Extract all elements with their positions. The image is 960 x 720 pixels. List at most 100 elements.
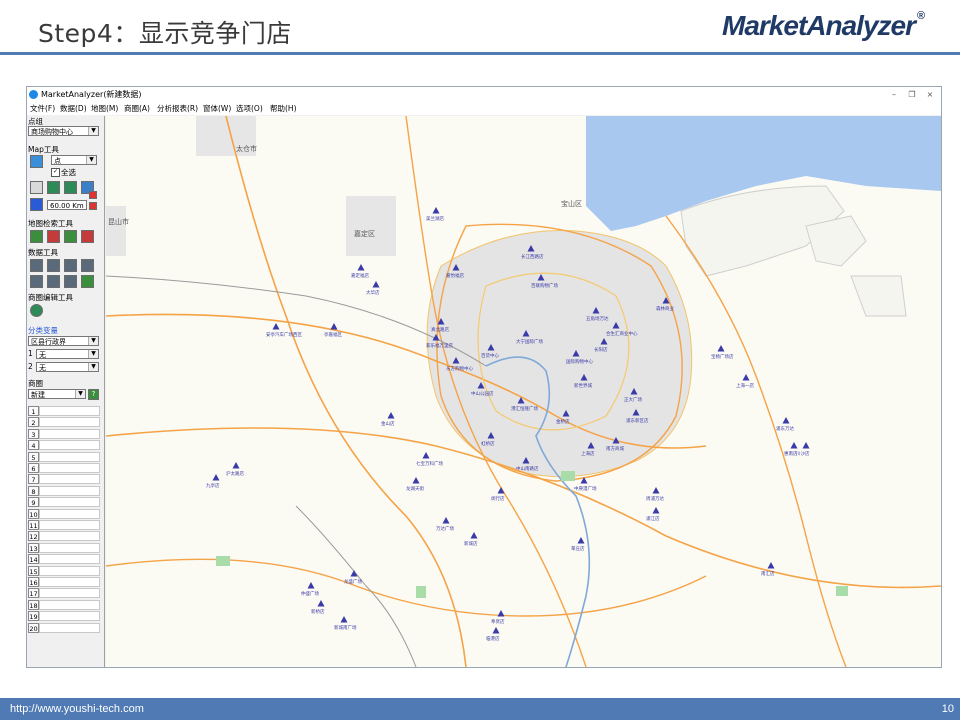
shanghai-map: 太仓市 宝山区 昆山市 嘉定区 美兰湖店长江西路店嘉定福店大华店 嘉怡福店百联购物…: [106, 116, 941, 667]
window-titlebar: MarketAnalyzer(新建数据) – ❐ ×: [27, 87, 941, 102]
pan-hand-icon[interactable]: [30, 181, 43, 194]
sheet-icon[interactable]: [47, 275, 60, 288]
list-item[interactable]: 2: [28, 417, 100, 428]
store-label: 长阳店: [594, 346, 608, 353]
store-label: 金山店: [381, 420, 395, 427]
list-item[interactable]: 6: [28, 463, 100, 474]
store-label: 中庚漫广场: [574, 485, 597, 492]
export-icon[interactable]: [81, 275, 94, 288]
help-icon[interactable]: ?: [88, 389, 99, 400]
trade-area-label: 商圈: [28, 379, 43, 388]
list-item[interactable]: 17: [28, 588, 100, 599]
menu-data[interactable]: 数据(D): [60, 102, 87, 115]
menu-file[interactable]: 文件(F): [30, 102, 55, 115]
map-canvas[interactable]: 太仓市 宝山区 昆山市 嘉定区 美兰湖店 长江西路店 嘉定福店 大华店 嘉怡福店 百联购物…: [106, 116, 941, 667]
store-label: 浦东新区店: [626, 417, 649, 424]
classify-label: 分类变量: [28, 326, 58, 335]
store-label: 沪太路店: [226, 470, 244, 477]
store-label: 美兰湖店: [426, 215, 444, 222]
chevron-down-icon: ▼: [88, 337, 98, 345]
phone-icon[interactable]: [81, 259, 94, 272]
menu-window[interactable]: 窗体(W): [203, 102, 231, 115]
list-item[interactable]: 11: [28, 520, 100, 531]
zoom-icon[interactable]: [30, 155, 43, 168]
row-cell: [39, 451, 100, 462]
store-label: 金桥店: [556, 418, 570, 425]
row-cell: [39, 440, 100, 451]
search-area-icon[interactable]: [64, 230, 77, 243]
list-item[interactable]: 9: [28, 497, 100, 508]
list-item[interactable]: 13: [28, 542, 100, 554]
list-item[interactable]: 5: [28, 451, 100, 463]
search-map-icon[interactable]: [30, 230, 43, 243]
row-number: 19: [28, 611, 39, 622]
trade-circle-icon[interactable]: [30, 304, 43, 317]
map-frame-icon[interactable]: [47, 181, 60, 194]
row-cell: [39, 565, 100, 576]
list-item[interactable]: 8: [28, 485, 100, 497]
green-park: [216, 556, 230, 566]
trade-area-value: 新建: [31, 391, 45, 399]
trade-area-select[interactable]: 新建 ▼: [28, 389, 86, 399]
list-item[interactable]: 10: [28, 508, 100, 520]
search-region-icon[interactable]: [81, 230, 94, 243]
store-label: 五角场万达: [586, 315, 609, 322]
pointer-icon[interactable]: [30, 198, 43, 211]
list-item[interactable]: 20: [28, 622, 100, 634]
search-point-icon[interactable]: [47, 230, 60, 243]
list-item[interactable]: 4: [28, 440, 100, 451]
menu-map[interactable]: 地图(M): [91, 102, 118, 115]
menu-report[interactable]: 分析报表(R): [157, 102, 198, 115]
list-item[interactable]: 15: [28, 565, 100, 577]
calc-icon[interactable]: [64, 259, 77, 272]
app-icon: [29, 90, 38, 99]
shape-select[interactable]: 点 ▼: [51, 155, 97, 165]
store-label: 合生汇商业中心: [606, 330, 638, 337]
classify-row1-select[interactable]: 无 ▼: [36, 349, 99, 359]
menu-options[interactable]: 选项(O): [236, 102, 263, 115]
menu-trade-area[interactable]: 商圈(A): [124, 102, 150, 115]
list-item[interactable]: 16: [28, 577, 100, 588]
store-label: 龙盛广场: [344, 578, 362, 585]
list-icon[interactable]: [47, 259, 60, 272]
chevron-down-icon: ▼: [88, 127, 98, 135]
row-number: 17: [28, 588, 39, 599]
row-cell: [39, 577, 100, 587]
footer-url[interactable]: http://www.youshi-tech.com: [10, 698, 144, 720]
radius-down-icon[interactable]: [89, 202, 97, 210]
grid-icon[interactable]: [30, 275, 43, 288]
store-label: 新世界城: [574, 382, 592, 389]
store-label: 森林商业: [656, 305, 674, 312]
row-cell: [39, 485, 100, 496]
radius-input[interactable]: 60.00 Km: [47, 200, 87, 210]
radius-unit: Km: [72, 202, 84, 210]
restore-button[interactable]: ❐: [903, 87, 921, 102]
list-item[interactable]: 18: [28, 599, 100, 611]
classify-row2-select[interactable]: 无 ▼: [36, 362, 99, 372]
list-item[interactable]: 14: [28, 554, 100, 565]
list-item[interactable]: 1: [28, 406, 100, 417]
classify-select[interactable]: 区县行政界 ▼: [28, 336, 99, 346]
store-label: 新城店: [464, 540, 478, 547]
list-item[interactable]: 3: [28, 428, 100, 440]
table-icon[interactable]: [30, 259, 43, 272]
minimize-button[interactable]: –: [885, 87, 903, 102]
chart-icon[interactable]: [64, 275, 77, 288]
point-group-select[interactable]: 商场购物中心 ▼: [28, 126, 99, 136]
row-cell: [39, 531, 100, 542]
layer-icon[interactable]: [64, 181, 77, 194]
district-label-taicang: 太仓市: [236, 144, 257, 153]
list-item[interactable]: 12: [28, 531, 100, 542]
store-label: 中山南路店: [516, 465, 539, 472]
row-number: 8: [28, 485, 39, 496]
radius-up-icon[interactable]: [89, 191, 97, 199]
list-item[interactable]: 7: [28, 474, 100, 485]
footer-bar: http://www.youshi-tech.com 10: [0, 698, 960, 720]
select-all-checkbox[interactable]: ✓: [51, 168, 60, 177]
menu-help[interactable]: 帮助(H): [270, 102, 297, 115]
list-item[interactable]: 19: [28, 611, 100, 622]
close-button[interactable]: ×: [921, 87, 939, 102]
row-number: 10: [28, 508, 39, 519]
map-search-label: 地图检索工具: [28, 219, 73, 228]
brand-logo: MarketAnalyzer ®: [722, 10, 925, 42]
